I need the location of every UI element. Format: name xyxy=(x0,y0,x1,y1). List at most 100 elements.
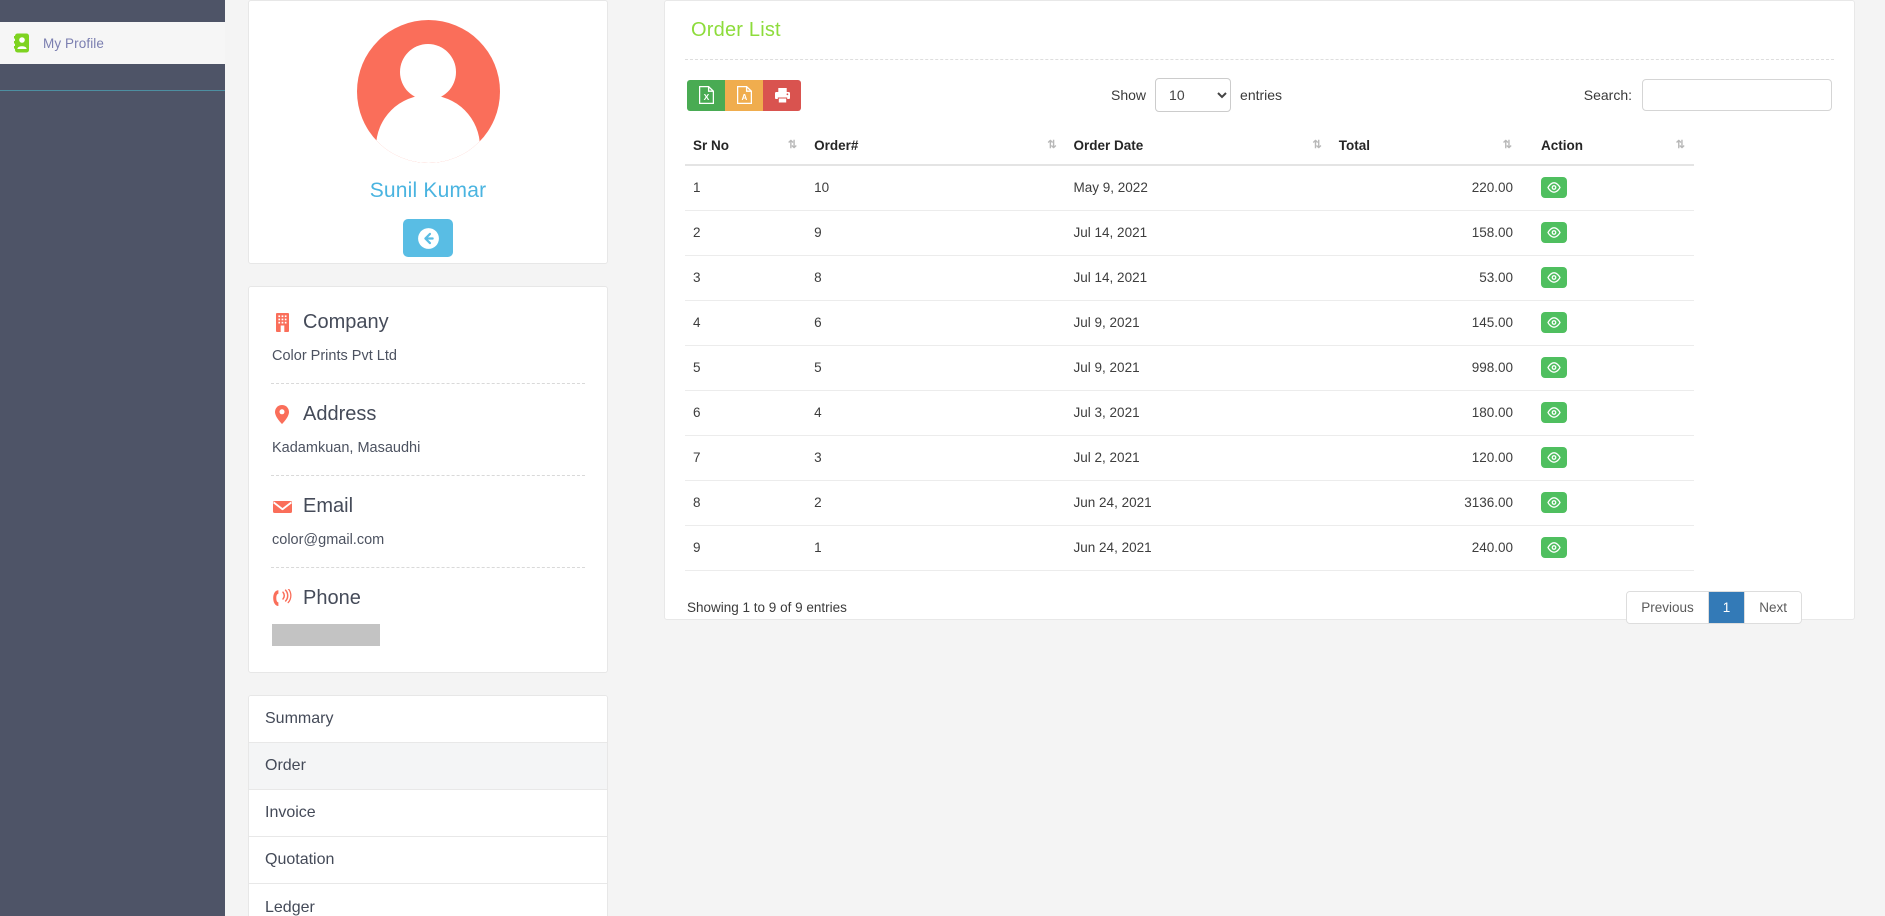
eye-icon xyxy=(1547,272,1561,283)
sort-icon: ⇅ xyxy=(1047,138,1053,151)
cell-action xyxy=(1521,346,1694,391)
menu-item-ledger[interactable]: Ledger xyxy=(249,884,607,916)
back-button[interactable] xyxy=(403,219,453,257)
menu-item-label: Invoice xyxy=(265,804,316,822)
column-label: Total xyxy=(1339,138,1370,153)
view-order-button[interactable] xyxy=(1541,402,1567,423)
cell-order-number: 3 xyxy=(806,436,1065,481)
column-header-total[interactable]: Total ⇅ xyxy=(1331,128,1521,165)
table-row: 91Jun 24, 2021240.00 xyxy=(685,526,1694,571)
sidebar-divider xyxy=(0,90,225,91)
arrow-left-circle-icon xyxy=(416,226,441,251)
column-label: Order# xyxy=(814,138,858,153)
file-excel-icon: X xyxy=(699,86,714,104)
search-label: Search: xyxy=(1584,87,1632,103)
cell-order-number[interactable]: 1 xyxy=(806,526,1065,571)
cell-action xyxy=(1521,301,1694,346)
menu-item-order[interactable]: Order xyxy=(249,743,607,790)
export-excel-button[interactable]: X xyxy=(687,80,725,111)
eye-icon xyxy=(1547,362,1561,373)
cell-sr-no: 1 xyxy=(685,165,806,211)
pagination-page-1[interactable]: 1 xyxy=(1709,592,1746,623)
left-nav-sidebar: My Profile xyxy=(0,0,225,916)
sort-icon: ⇅ xyxy=(1503,138,1509,151)
profile-card: Sunil Kumar xyxy=(248,0,608,264)
menu-item-label: Ledger xyxy=(265,899,315,916)
cell-action xyxy=(1521,391,1694,436)
cell-order-date: Jun 24, 2021 xyxy=(1066,481,1331,526)
menu-item-label: Order xyxy=(265,757,306,775)
eye-icon xyxy=(1547,407,1561,418)
cell-order-date: Jul 14, 2021 xyxy=(1066,256,1331,301)
search-input[interactable] xyxy=(1642,79,1832,111)
print-button[interactable] xyxy=(763,80,801,111)
table-row: 110May 9, 2022220.00 xyxy=(685,165,1694,211)
info-value-address: Kadamkuan, Masaudhi xyxy=(271,440,585,456)
menu-item-summary[interactable]: Summary xyxy=(249,696,607,743)
table-row: 29Jul 14, 2021158.00 xyxy=(685,211,1694,256)
view-order-button[interactable] xyxy=(1541,312,1567,333)
entries-per-page-select[interactable]: 10 25 50 100 xyxy=(1155,78,1231,112)
cell-order-date: Jul 14, 2021 xyxy=(1066,211,1331,256)
cell-order-date: Jul 9, 2021 xyxy=(1066,301,1331,346)
column-header-order-number[interactable]: Order# ⇅ xyxy=(806,128,1065,165)
table-row: 82Jun 24, 20213136.00 xyxy=(685,481,1694,526)
info-title: Phone xyxy=(303,587,361,610)
title-divider xyxy=(685,59,1834,60)
cell-sr-no: 4 xyxy=(685,301,806,346)
export-pdf-button[interactable]: A xyxy=(725,80,763,111)
view-order-button[interactable] xyxy=(1541,222,1567,243)
menu-item-quotation[interactable]: Quotation xyxy=(249,837,607,884)
cell-total: 158.00 xyxy=(1331,211,1521,256)
table-footer: Showing 1 to 9 of 9 entries Previous 1 N… xyxy=(685,591,1834,624)
column-label: Sr No xyxy=(693,138,729,153)
info-block-email: Email color@gmail.com xyxy=(271,495,585,548)
table-row: 64Jul 3, 2021180.00 xyxy=(685,391,1694,436)
eye-icon xyxy=(1547,317,1561,328)
order-list-panel: Order List X A xyxy=(664,0,1855,620)
cell-action xyxy=(1521,165,1694,211)
showing-entries-text: Showing 1 to 9 of 9 entries xyxy=(687,600,847,615)
cell-total: 240.00 xyxy=(1331,526,1521,571)
cell-action xyxy=(1521,256,1694,301)
pagination-previous[interactable]: Previous xyxy=(1627,592,1709,623)
table-row: 73Jul 2, 2021120.00 xyxy=(685,436,1694,481)
svg-text:X: X xyxy=(703,92,709,102)
redacted-phone-number xyxy=(272,624,380,646)
cell-order-number: 9 xyxy=(806,211,1065,256)
info-block-phone: Phone xyxy=(271,587,585,646)
info-block-company: Company Color Prints Pvt Ltd xyxy=(271,311,585,364)
cell-sr-no: 5 xyxy=(685,346,806,391)
sidebar-item-label: My Profile xyxy=(43,36,104,51)
pagination-next[interactable]: Next xyxy=(1745,592,1801,623)
view-order-button[interactable] xyxy=(1541,357,1567,378)
column-label: Order Date xyxy=(1074,138,1144,153)
cell-order-number: 4 xyxy=(806,391,1065,436)
view-order-button[interactable] xyxy=(1541,177,1567,198)
menu-item-invoice[interactable]: Invoice xyxy=(249,790,607,837)
cell-order-date: Jun 24, 2021 xyxy=(1066,526,1331,571)
column-header-order-date[interactable]: Order Date ⇅ xyxy=(1066,128,1331,165)
table-header: Sr No ⇅ Order# ⇅ Order Date ⇅ Total xyxy=(685,128,1694,165)
eye-icon xyxy=(1547,542,1561,553)
divider xyxy=(271,383,585,384)
cell-sr-no: 6 xyxy=(685,391,806,436)
info-title: Email xyxy=(303,495,353,518)
cell-sr-no: 2 xyxy=(685,211,806,256)
cell-total: 998.00 xyxy=(1331,346,1521,391)
phone-volume-icon xyxy=(271,589,293,608)
sidebar-item-my-profile[interactable]: My Profile xyxy=(0,22,225,64)
cell-order-number: 2 xyxy=(806,481,1065,526)
column-header-action[interactable]: Action ⇅ xyxy=(1521,128,1694,165)
view-order-button[interactable] xyxy=(1541,267,1567,288)
view-order-button[interactable] xyxy=(1541,492,1567,513)
entries-label: entries xyxy=(1240,87,1282,103)
column-header-sr-no[interactable]: Sr No ⇅ xyxy=(685,128,806,165)
menu-item-label: Summary xyxy=(265,710,333,728)
cell-action xyxy=(1521,481,1694,526)
view-order-button[interactable] xyxy=(1541,537,1567,558)
search-control: Search: xyxy=(1584,79,1832,111)
user-avatar-icon xyxy=(357,20,500,163)
profile-column: Sunil Kumar xyxy=(225,0,630,916)
view-order-button[interactable] xyxy=(1541,447,1567,468)
